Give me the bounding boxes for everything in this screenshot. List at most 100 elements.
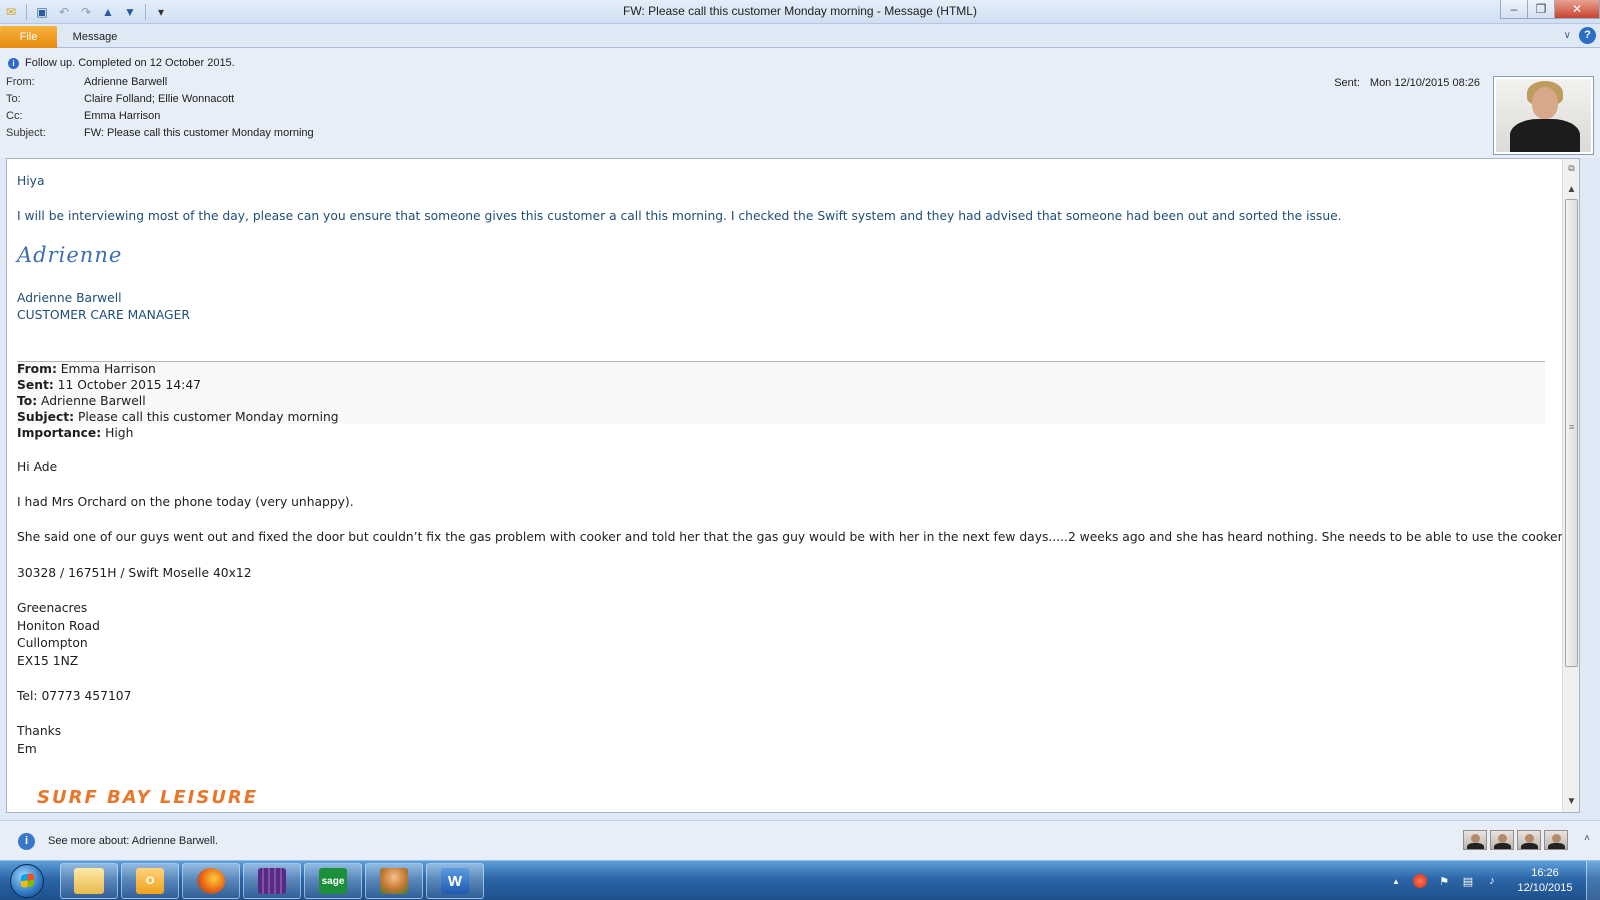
follow-up-infobar[interactable]: i Follow up. Completed on 12 October 201…	[8, 57, 235, 69]
fwd-reference: 30328 / 16751H / Swift Moselle 40x12	[17, 566, 252, 580]
from-value[interactable]: Adrienne Barwell	[84, 76, 167, 88]
fwd-sent-value: 11 October 2015 14:47	[53, 378, 201, 392]
fwd-line-1: I had Mrs Orchard on the phone today (ve…	[17, 495, 354, 509]
tab-message[interactable]: Message	[64, 26, 126, 48]
outlook-icon: O	[136, 868, 164, 894]
grip-icon: ≡	[1568, 422, 1575, 432]
people-pane: i See more about: Adrienne Barwell. ˄	[0, 820, 1600, 860]
company-logo: SURF BAY LEISURE	[37, 787, 259, 808]
start-button[interactable]	[4, 862, 50, 900]
show-desktop-button[interactable]	[1586, 861, 1600, 900]
subject-value: FW: Please call this customer Monday mor…	[84, 127, 314, 139]
ribbon-right-controls: ∨ ?	[1564, 27, 1596, 44]
cc-value[interactable]: Emma Harrison	[84, 110, 160, 122]
subject-label: Subject:	[6, 127, 46, 139]
taskbar-clock[interactable]: 16:26 12/10/2015	[1504, 866, 1586, 896]
restore-button[interactable]: ❐	[1527, 0, 1555, 19]
fwd-line-2: She said one of our guys went out and fi…	[17, 530, 1566, 544]
taskbar-contacts[interactable]	[365, 863, 423, 899]
fwd-importance-value: High	[101, 426, 134, 440]
avatar[interactable]	[1517, 830, 1541, 850]
expand-ribbon-icon[interactable]: ∨	[1564, 30, 1571, 41]
system-tray: ▲ ⚑ ▤ ♪ 16:26 12/10/2015	[1384, 861, 1600, 900]
address-line-2: Honiton Road	[17, 619, 100, 633]
signature-name: Adrienne Barwell	[17, 291, 122, 305]
avatar[interactable]	[1463, 830, 1487, 850]
network-icon[interactable]: ▤	[1461, 874, 1475, 888]
photo-image	[1496, 79, 1591, 152]
photo-body	[1510, 119, 1580, 152]
taskbar-word[interactable]: W	[426, 863, 484, 899]
calendar-icon	[258, 868, 286, 894]
from-label: From:	[6, 76, 35, 88]
sage-icon: sage	[319, 868, 347, 894]
scroll-down-arrow-icon[interactable]: ▼	[1563, 793, 1579, 810]
minimize-button[interactable]: –	[1500, 0, 1528, 19]
follow-up-text: Follow up. Completed on 12 October 2015.	[25, 57, 235, 69]
scroll-up-arrow-icon[interactable]: ▲	[1563, 181, 1579, 198]
photo-head	[1532, 87, 1558, 119]
address-line-4: EX15 1NZ	[17, 654, 79, 668]
close-button[interactable]: ✕	[1554, 0, 1600, 19]
window-controls: – ❐ ✕	[1500, 0, 1600, 19]
message-header: i Follow up. Completed on 12 October 201…	[0, 48, 1600, 158]
to-label: To:	[6, 93, 21, 105]
fwd-greeting: Hi Ade	[17, 460, 58, 474]
people-pane-text[interactable]: See more about: Adrienne Barwell.	[48, 835, 218, 847]
fwd-to-value: Adrienne Barwell	[37, 394, 146, 408]
vertical-scrollbar[interactable]: ⧉ ▲ ≡ ▼	[1562, 159, 1579, 812]
avatar[interactable]	[1544, 830, 1568, 850]
fwd-subject-label: Subject:	[17, 410, 75, 424]
title-bar: ✉ ▣ ↶ ↷ ▲ ▼ ▾ FW: Please call this custo…	[0, 0, 1600, 24]
fwd-sent-row: Sent: 11 October 2015 14:47	[17, 378, 201, 392]
windows-logo-icon	[10, 864, 44, 898]
volume-icon[interactable]: ♪	[1485, 874, 1499, 888]
word-icon: W	[441, 868, 469, 894]
fwd-from-row: From: Emma Harrison	[17, 362, 156, 376]
expand-icon[interactable]: ⧉	[1566, 163, 1577, 174]
help-icon[interactable]: ?	[1579, 27, 1596, 44]
ribbon: File Message ∨ ?	[0, 24, 1600, 48]
sender-photo[interactable]	[1493, 76, 1594, 155]
tab-file[interactable]: File	[0, 26, 57, 48]
clock-time: 16:26	[1531, 867, 1559, 879]
subject-row: Subject: FW: Please call this customer M…	[6, 127, 314, 139]
taskbar-calendar[interactable]	[243, 863, 301, 899]
fwd-sent-label: Sent:	[17, 378, 54, 392]
message-body[interactable]: Hiya I will be interviewing most of the …	[6, 158, 1580, 813]
people-pane-avatars	[1463, 830, 1568, 850]
address-line-1: Greenacres	[17, 601, 88, 615]
scroll-thumb[interactable]: ≡	[1565, 199, 1578, 667]
folder-icon	[74, 868, 104, 894]
cc-label: Cc:	[6, 110, 23, 122]
to-value[interactable]: Claire Folland; Ellie Wonnacott	[84, 93, 234, 105]
firefox-icon	[197, 868, 225, 894]
sign-off: Em	[17, 742, 37, 756]
sent-label: Sent:	[1334, 77, 1360, 89]
fwd-importance-row: Importance: High	[17, 426, 133, 440]
record-icon[interactable]	[1413, 874, 1427, 888]
info-icon: i	[18, 833, 35, 850]
address-line-3: Cullompton	[17, 636, 88, 650]
show-hidden-icons-icon[interactable]: ▲	[1389, 874, 1403, 888]
taskbar: O sage W ▲ ⚑ ▤ ♪ 16:26 12/10/2015	[0, 860, 1600, 900]
fwd-to-label: To:	[17, 394, 38, 408]
fwd-from-label: From:	[17, 362, 57, 376]
avatar[interactable]	[1490, 830, 1514, 850]
sent-value: Mon 12/10/2015 08:26	[1369, 77, 1480, 89]
greeting: Hiya	[17, 174, 45, 188]
fwd-importance-label: Importance:	[17, 426, 102, 440]
handwritten-signature: Adrienne	[17, 243, 123, 267]
fwd-to-row: To: Adrienne Barwell	[17, 394, 146, 408]
expand-people-pane-icon[interactable]: ˄	[1584, 833, 1590, 844]
taskbar-explorer[interactable]	[60, 863, 118, 899]
to-row: To: Claire Folland; Ellie Wonnacott	[6, 93, 234, 105]
cc-row: Cc: Emma Harrison	[6, 110, 160, 122]
thanks: Thanks	[17, 724, 62, 738]
body-line-1: I will be interviewing most of the day, …	[17, 209, 1342, 223]
fwd-subject-value: Please call this customer Monday morning	[74, 410, 339, 424]
action-center-flag-icon[interactable]: ⚑	[1437, 874, 1451, 888]
taskbar-outlook[interactable]: O	[121, 863, 179, 899]
taskbar-sage[interactable]: sage	[304, 863, 362, 899]
taskbar-firefox[interactable]	[182, 863, 240, 899]
